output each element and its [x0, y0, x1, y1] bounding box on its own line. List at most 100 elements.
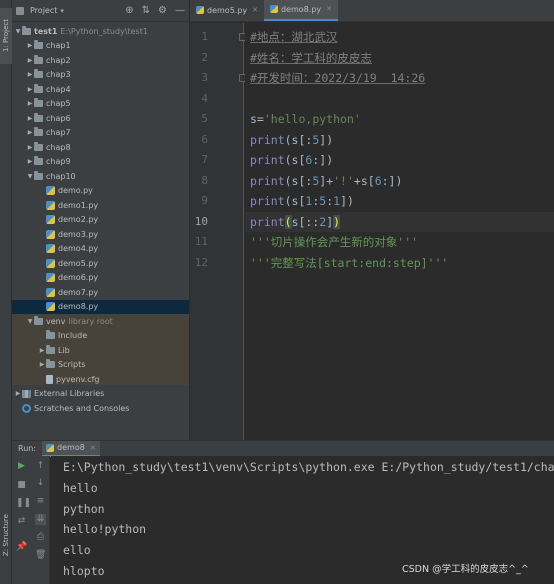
python-file-icon [46, 443, 55, 452]
collapse-all-icon[interactable]: ⇅ [142, 5, 150, 16]
chevron-right-icon[interactable]: ▶ [26, 42, 34, 49]
chevron-right-icon[interactable]: ▶ [38, 361, 46, 368]
tree-folder-item[interactable]: ▶ chap1 [12, 39, 189, 54]
rerun-icon[interactable]: ▶ [16, 461, 27, 472]
tree-folder-item[interactable]: Include [12, 329, 189, 344]
chevron-right-icon[interactable]: ▶ [14, 390, 22, 397]
close-icon[interactable]: ✕ [90, 444, 96, 452]
tree-file-item[interactable]: demo6.py [12, 271, 189, 286]
code-line[interactable]: print(s[::2]) [245, 211, 554, 232]
line-number: 8 [201, 173, 208, 187]
code-line[interactable]: #开发时间：2022/3/19 14:26 [250, 68, 425, 88]
gear-icon[interactable]: ⚙ [158, 5, 167, 16]
tree-item-label: Scripts [58, 360, 86, 370]
tree-item-label: demo3.py [58, 229, 99, 239]
tree-file-item[interactable]: demo.py [12, 184, 189, 199]
tree-item-label: demo4.py [58, 244, 99, 254]
code-line[interactable]: print(s[:5]+'!'+s[6:]) [250, 171, 402, 191]
chevron-right-icon[interactable]: ▶ [26, 71, 34, 78]
code-line[interactable]: '''完整写法[start:end:step]''' [250, 253, 448, 273]
pause-icon[interactable]: ❚❚ [16, 498, 31, 509]
project-view-selector[interactable]: Project [30, 6, 57, 15]
folder-icon [34, 156, 43, 166]
project-panel-header: Project ▾ ⊕ ⇅ ⚙ — [12, 0, 189, 22]
tree-folder-item[interactable]: ▶ External Libraries [12, 387, 189, 402]
tree-folder-item[interactable]: ▶ chap2 [12, 53, 189, 68]
restore-layout-icon[interactable]: ⇄ [16, 516, 27, 527]
csdn-watermark: CSDN @学工科的皮皮志^_^ [402, 564, 529, 575]
tree-file-item[interactable]: demo5.py [12, 256, 189, 271]
scroll-down-icon[interactable]: ↓ [35, 478, 46, 489]
tree-folder-item[interactable]: ▶ Lib [12, 343, 189, 358]
folder-icon [34, 315, 43, 325]
tree-folder-item[interactable]: ▶ chap7 [12, 126, 189, 141]
console-line: python [63, 501, 105, 516]
tree-folder-item[interactable]: ▼ chap10 [12, 169, 189, 184]
code-line[interactable]: print(s[1:5:1]) [250, 191, 354, 211]
chevron-right-icon[interactable]: ▶ [26, 100, 34, 107]
chevron-down-icon[interactable]: ▼ [26, 173, 34, 180]
locate-file-icon[interactable]: ⊕ [125, 5, 133, 16]
chevron-down-icon[interactable]: ▾ [60, 7, 64, 15]
chevron-down-icon[interactable]: ▼ [14, 28, 22, 35]
code-editor[interactable]: #地点：湖北武汉 #姓名：学工科的皮皮志 #开发时间：2022/3/19 14:26… [245, 23, 554, 440]
line-number: 3 [201, 71, 208, 84]
tree-file-item[interactable]: demo3.py [12, 227, 189, 242]
tree-folder-item[interactable]: ▶ Scripts [12, 358, 189, 373]
tree-folder-item[interactable]: ▼ venv library root [12, 314, 189, 329]
tree-folder-item[interactable]: ▶ chap5 [12, 97, 189, 112]
tree-folder-item[interactable]: ▶ chap8 [12, 140, 189, 155]
tree-file-item[interactable]: demo4.py [12, 242, 189, 257]
code-line[interactable]: print(s[:5]) [250, 130, 333, 150]
scratches-icon [22, 403, 31, 413]
chevron-right-icon[interactable]: ▶ [26, 86, 34, 93]
structure-tool-tab[interactable]: Z: Structure [0, 508, 12, 562]
pin-tab-icon[interactable]: 📌 [16, 542, 27, 553]
soft-wrap-icon[interactable]: ≡ [35, 496, 46, 507]
scroll-up-icon[interactable]: ↑ [35, 461, 46, 472]
line-number: 7 [201, 153, 208, 166]
hide-panel-icon[interactable]: — [175, 5, 185, 16]
tree-folder-item[interactable]: ▶ chap9 [12, 155, 189, 170]
tree-file-item[interactable]: demo1.py [12, 198, 189, 213]
chevron-right-icon[interactable]: ▶ [38, 347, 46, 354]
folder-icon [34, 54, 43, 64]
run-label: Run: [18, 444, 37, 453]
tree-folder-item[interactable]: Scratches and Consoles [12, 401, 189, 416]
code-line[interactable]: '''切片操作会产生新的对象''' [250, 232, 418, 252]
tab-demo8[interactable]: demo8.py ✕ [264, 0, 339, 21]
chevron-right-icon[interactable]: ▶ [26, 144, 34, 151]
stop-icon[interactable]: ■ [16, 480, 27, 491]
chevron-right-icon[interactable]: ▶ [26, 57, 34, 64]
scroll-to-end-icon[interactable]: ⇊ [35, 514, 46, 525]
code-line[interactable]: #地点：湖北武汉 [250, 27, 337, 47]
tree-folder-item[interactable]: ▶ chap4 [12, 82, 189, 97]
code-line[interactable]: s='hello,python' [250, 109, 361, 129]
tab-demo5[interactable]: demo5.py ✕ [190, 0, 264, 21]
console-line: E:\Python_study\test1\venv\Scripts\pytho… [63, 460, 554, 474]
project-tool-tab[interactable]: 1: Project [0, 8, 12, 64]
folder-icon [34, 40, 43, 50]
tree-folder-item[interactable]: ▼ test1 E:\Python_study\test1 [12, 24, 189, 39]
close-icon[interactable]: ✕ [252, 6, 258, 14]
tree-file-item[interactable]: demo2.py [12, 213, 189, 228]
tree-item-label: demo6.py [58, 273, 99, 283]
tree-file-item[interactable]: pyvenv.cfg [12, 372, 189, 387]
close-icon[interactable]: ✕ [326, 5, 332, 13]
tree-folder-item[interactable]: ▶ chap3 [12, 68, 189, 83]
chevron-right-icon[interactable]: ▶ [26, 158, 34, 165]
trash-icon[interactable]: 🗑 [35, 550, 46, 561]
code-line[interactable]: print(s[6:]) [250, 150, 333, 170]
print-icon[interactable]: ⎙ [35, 532, 46, 543]
folder-icon [34, 141, 43, 151]
chevron-down-icon[interactable]: ▼ [26, 318, 34, 325]
code-line[interactable]: #姓名：学工科的皮皮志 [250, 48, 372, 68]
tree-item-label: Scratches and Consoles [34, 403, 130, 413]
chevron-right-icon[interactable]: ▶ [26, 115, 34, 122]
tree-file-item[interactable]: demo8.py [12, 299, 189, 314]
tree-file-item[interactable]: demo7.py [12, 285, 189, 300]
run-tab-demo8[interactable]: demo8 ✕ [42, 440, 100, 457]
chevron-right-icon[interactable]: ▶ [26, 129, 34, 136]
line-number: 9 [201, 194, 208, 207]
tree-folder-item[interactable]: ▶ chap6 [12, 111, 189, 126]
